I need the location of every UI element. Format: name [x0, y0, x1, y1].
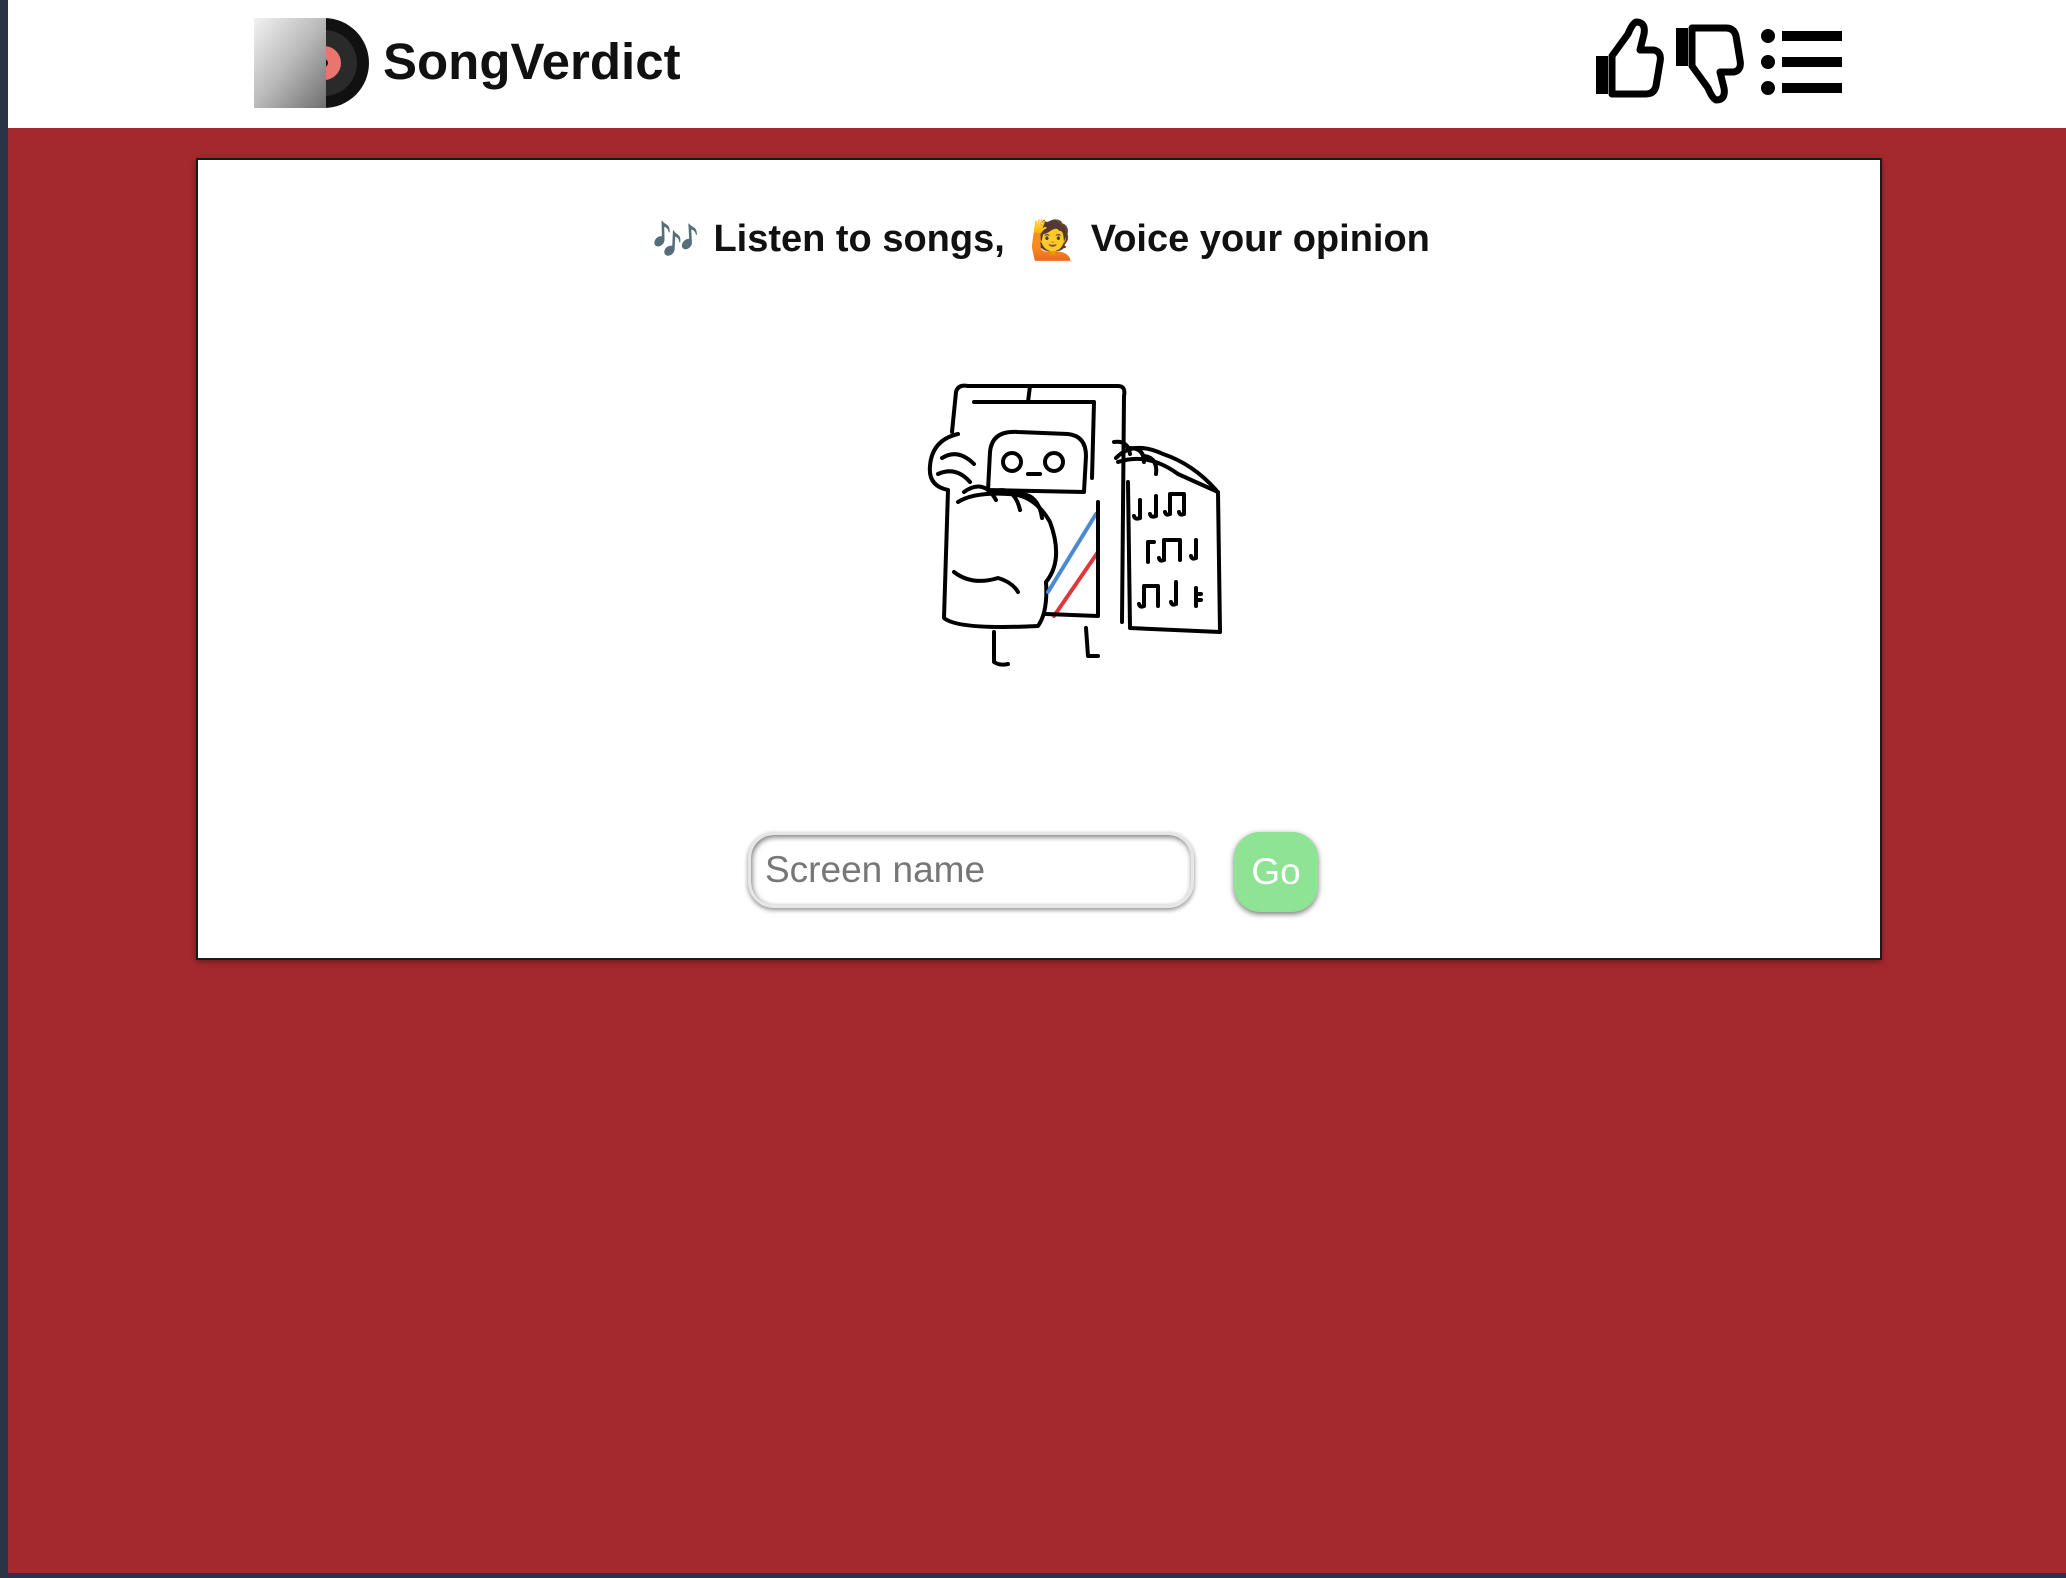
tagline-listen: Listen to songs, — [713, 218, 1005, 260]
go-button[interactable]: Go — [1234, 832, 1318, 912]
tagline: 🎶 Listen to songs, 🙋 Voice your opinion — [198, 214, 1880, 266]
site-title[interactable]: SongVerdict — [383, 30, 681, 94]
logo-record-icon[interactable] — [252, 16, 372, 110]
welcome-card: 🎶 Listen to songs, 🙋 Voice your opinion — [196, 158, 1882, 960]
site-header: SongVerdict — [8, 0, 2066, 128]
list-icon[interactable] — [1760, 28, 1844, 96]
page: SongVerdict 🎶 Listen to songs, 🙋 Voice y… — [8, 0, 2066, 1573]
window-left-edge — [0, 0, 8, 1578]
thumbs-up-icon[interactable] — [1590, 18, 1664, 100]
cassette-character-illustration — [927, 383, 1222, 667]
raising-hand-icon: 🙋 — [1029, 219, 1077, 262]
header-nav — [1590, 18, 1850, 108]
window-bottom-edge — [0, 1573, 2066, 1578]
tagline-voice: Voice your opinion — [1090, 218, 1430, 260]
musical-notes-icon: 🎶 — [652, 219, 700, 262]
thumbs-down-icon[interactable] — [1670, 22, 1744, 104]
screen-name-input[interactable] — [748, 832, 1194, 908]
